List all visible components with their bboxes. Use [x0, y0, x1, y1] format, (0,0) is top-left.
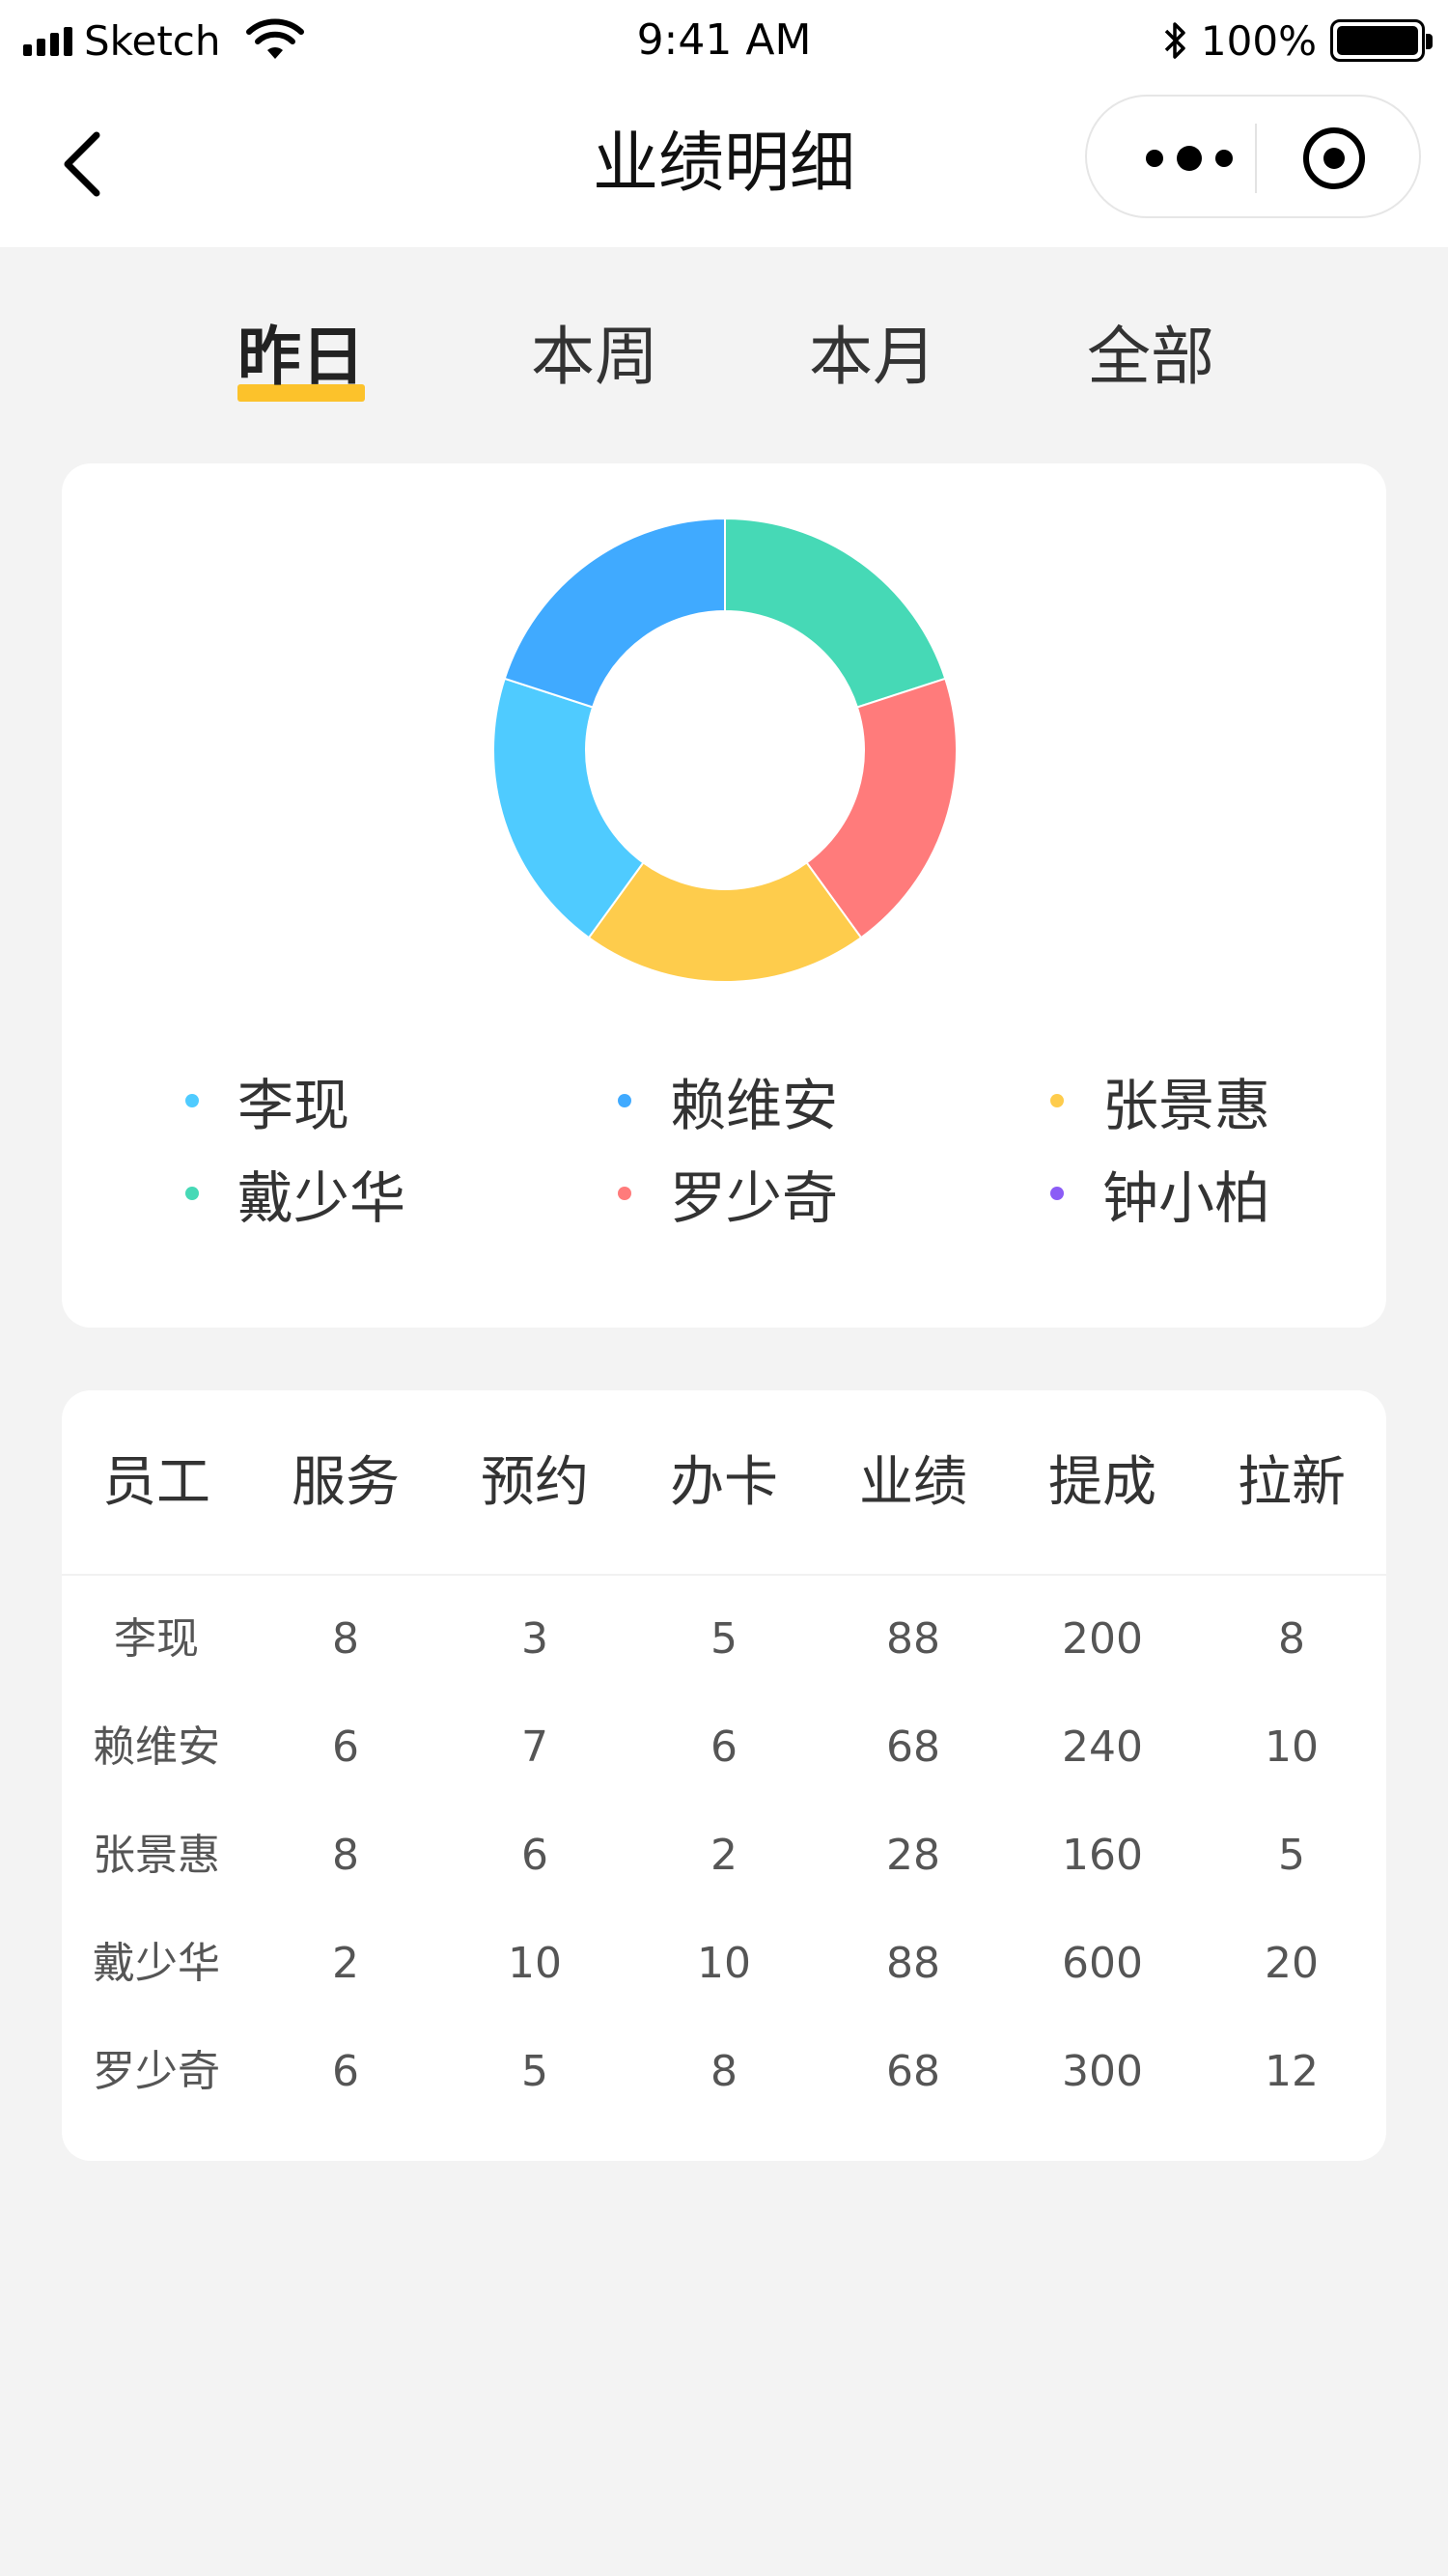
- table-cell: 20: [1265, 1939, 1319, 1988]
- legend-dot: [1050, 1187, 1064, 1200]
- table-cell: 7: [521, 1722, 548, 1772]
- table-cell: 张景惠: [93, 1831, 220, 1880]
- table-header: 员工 服务 预约 办卡 业绩 提成 拉新: [62, 1390, 1386, 1576]
- table-cell: 68: [886, 2047, 940, 2096]
- table-cell: 2: [710, 1831, 738, 1880]
- column-header: 办卡: [670, 1451, 778, 1514]
- period-tabs: 昨日 本周 本月 全部: [0, 309, 1448, 425]
- legend-item: 罗少奇: [618, 1155, 838, 1232]
- table-cell: 赖维安: [93, 1722, 220, 1772]
- legend-label: 戴少华: [237, 1165, 406, 1231]
- legend-dot: [618, 1094, 631, 1107]
- legend-label: 李现: [237, 1073, 350, 1138]
- table-cell: 8: [1278, 1614, 1305, 1664]
- legend-item: 李现: [185, 1062, 349, 1139]
- performance-table: 员工 服务 预约 办卡 业绩 提成 拉新 李现 8 3 5 88 200 8 赖…: [62, 1390, 1386, 2161]
- column-header: 提成: [1048, 1451, 1156, 1514]
- table-cell: 李现: [114, 1614, 199, 1664]
- tab-label: 本周: [531, 320, 658, 394]
- table-cell: 6: [332, 2047, 359, 2096]
- table-cell: 600: [1062, 1939, 1143, 1988]
- legend-dot: [185, 1187, 199, 1200]
- column-header: 拉新: [1238, 1451, 1346, 1514]
- table-cell: 3: [521, 1614, 548, 1664]
- table-cell: 88: [886, 1614, 940, 1664]
- table-row: 罗少奇 6 5 8 68 300 12: [62, 2018, 1386, 2126]
- donut-slice: [724, 517, 947, 709]
- legend-dot: [1050, 1094, 1064, 1107]
- tab-this-week[interactable]: 本周: [531, 309, 658, 415]
- legend-item: 赖维安: [618, 1062, 838, 1139]
- donut-slice: [503, 517, 726, 709]
- nav-bar: 业绩明细: [0, 81, 1448, 247]
- table-cell: 10: [1265, 1722, 1319, 1772]
- table-cell: 8: [332, 1614, 359, 1664]
- battery-percent: 100%: [1200, 16, 1317, 65]
- more-icon[interactable]: [1133, 135, 1245, 182]
- table-cell: 6: [521, 1831, 548, 1880]
- table-row: 赖维安 6 7 6 68 240 10: [62, 1694, 1386, 1802]
- tab-label: 本月: [809, 320, 936, 394]
- column-header: 员工: [102, 1451, 210, 1514]
- table-cell: 160: [1062, 1831, 1143, 1880]
- table-cell: 6: [332, 1722, 359, 1772]
- table-cell: 200: [1062, 1614, 1143, 1664]
- donut-chart: [492, 517, 958, 983]
- table-cell: 240: [1062, 1722, 1143, 1772]
- table-cell: 10: [508, 1939, 562, 1988]
- table-row: 戴少华 2 10 10 88 600 20: [62, 1910, 1386, 2018]
- table-row: 张景惠 8 6 2 28 160 5: [62, 1802, 1386, 1910]
- tab-label: 全部: [1087, 320, 1214, 394]
- mini-program-capsule: [1085, 95, 1421, 218]
- legend-dot: [185, 1094, 199, 1107]
- table-cell: 5: [710, 1614, 738, 1664]
- legend-dot: [618, 1187, 631, 1200]
- table-cell: 8: [710, 2047, 738, 2096]
- table-cell: 300: [1062, 2047, 1143, 2096]
- table-cell: 68: [886, 1722, 940, 1772]
- table-cell: 5: [1278, 1831, 1305, 1880]
- table-cell: 6: [710, 1722, 738, 1772]
- table-row: 李现 8 3 5 88 200 8: [62, 1585, 1386, 1694]
- bluetooth-icon: [1164, 22, 1185, 59]
- tab-yesterday[interactable]: 昨日: [237, 309, 365, 415]
- column-header: 预约: [481, 1451, 589, 1514]
- chart-card: 李现 赖维安 张景惠 戴少华 罗少奇 钟小柏: [62, 463, 1386, 1328]
- table-cell: 5: [521, 2047, 548, 2096]
- battery-icon: [1330, 19, 1433, 62]
- tab-this-month[interactable]: 本月: [809, 309, 936, 415]
- table-cell: 2: [332, 1939, 359, 1988]
- status-bar: Sketch 9:41 AM 100%: [0, 0, 1448, 81]
- column-header: 业绩: [859, 1451, 967, 1514]
- column-header: 服务: [292, 1451, 400, 1514]
- status-right: 100%: [1160, 14, 1433, 68]
- legend-item: 戴少华: [185, 1155, 405, 1232]
- tab-label: 昨日: [237, 320, 365, 394]
- table-cell: 28: [886, 1831, 940, 1880]
- legend-item: 张景惠: [1050, 1062, 1270, 1139]
- close-target-icon[interactable]: [1301, 126, 1367, 191]
- table-cell: 戴少华: [93, 1939, 220, 1988]
- legend-item: 钟小柏: [1050, 1155, 1270, 1232]
- table-cell: 88: [886, 1939, 940, 1988]
- legend-label: 张景惠: [1102, 1073, 1271, 1138]
- legend-label: 罗少奇: [670, 1165, 839, 1231]
- capsule-divider: [1255, 124, 1257, 193]
- table-cell: 罗少奇: [93, 2047, 220, 2096]
- table-cell: 8: [332, 1831, 359, 1880]
- legend-label: 赖维安: [670, 1073, 839, 1138]
- table-cell: 12: [1265, 2047, 1319, 2096]
- tab-all[interactable]: 全部: [1087, 309, 1214, 415]
- table-cell: 10: [697, 1939, 751, 1988]
- legend-label: 钟小柏: [1102, 1165, 1271, 1231]
